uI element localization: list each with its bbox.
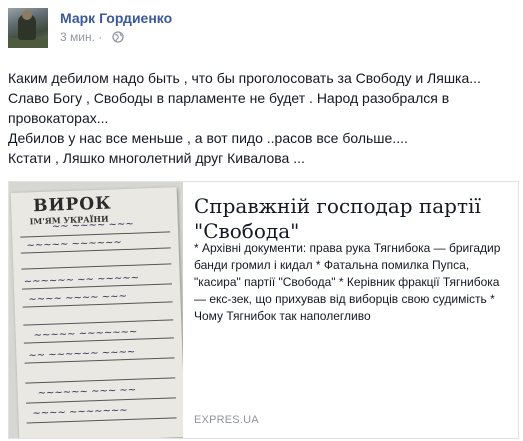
handwriting: ~~~~ ~~~~~~~ xyxy=(32,405,128,420)
link-title[interactable]: Справжній господар партії "Свобода" xyxy=(194,194,509,244)
document-rule xyxy=(25,377,176,384)
handwriting: ~~ ~~~~ ~~~ xyxy=(51,218,134,233)
document-paper: ВИРОК ІМ'ЯМ УКРАЇНИ ~~ ~~~~ ~~~ ~~~~~ ~~… xyxy=(10,187,183,438)
post-line: провокаторах... xyxy=(8,110,109,126)
document-heading: ВИРОК xyxy=(32,193,112,217)
handwriting: ~~~~~~ ~~~ ~~ xyxy=(37,384,137,400)
post-timestamp[interactable]: 3 мин. xyxy=(60,30,95,44)
meta-separator: · xyxy=(98,30,103,44)
post-meta: 3 мин. · xyxy=(60,30,124,46)
link-preview-body: Справжній господар партії "Свобода" * Ар… xyxy=(194,182,516,438)
link-preview-card[interactable]: ВИРОК ІМ'ЯМ УКРАЇНИ ~~ ~~~~ ~~~ ~~~~~ ~~… xyxy=(8,181,519,439)
document-rule xyxy=(23,319,174,326)
link-description: * Архівні документи: права рука Тягнибок… xyxy=(194,241,501,323)
globe-icon[interactable] xyxy=(111,31,124,46)
post-body: Каким дебилом надо быть , что бы проголо… xyxy=(8,68,518,168)
document-rule xyxy=(21,263,172,270)
link-source: EXPRES.UA xyxy=(194,414,259,426)
post-line: Кстати , Ляшко многолетний друг Кивалова… xyxy=(8,150,305,166)
link-preview-image[interactable]: ВИРОК ІМ'ЯМ УКРАЇНИ ~~ ~~~~ ~~~ ~~~~~ ~~… xyxy=(9,182,183,438)
avatar-head xyxy=(22,10,32,20)
post-header: Марк Гордиенко 3 мин. · xyxy=(8,8,513,58)
post-line: Дебилов у нас все меньше , а вот пидо ..… xyxy=(8,130,408,146)
author-name[interactable]: Марк Гордиенко xyxy=(60,10,172,26)
post-line: Каким дебилом надо быть , что бы проголо… xyxy=(8,70,481,86)
avatar[interactable] xyxy=(8,8,48,48)
document-rule xyxy=(20,231,171,238)
post-line: Славо Богу , Свободы в парламенте не буд… xyxy=(8,90,450,106)
